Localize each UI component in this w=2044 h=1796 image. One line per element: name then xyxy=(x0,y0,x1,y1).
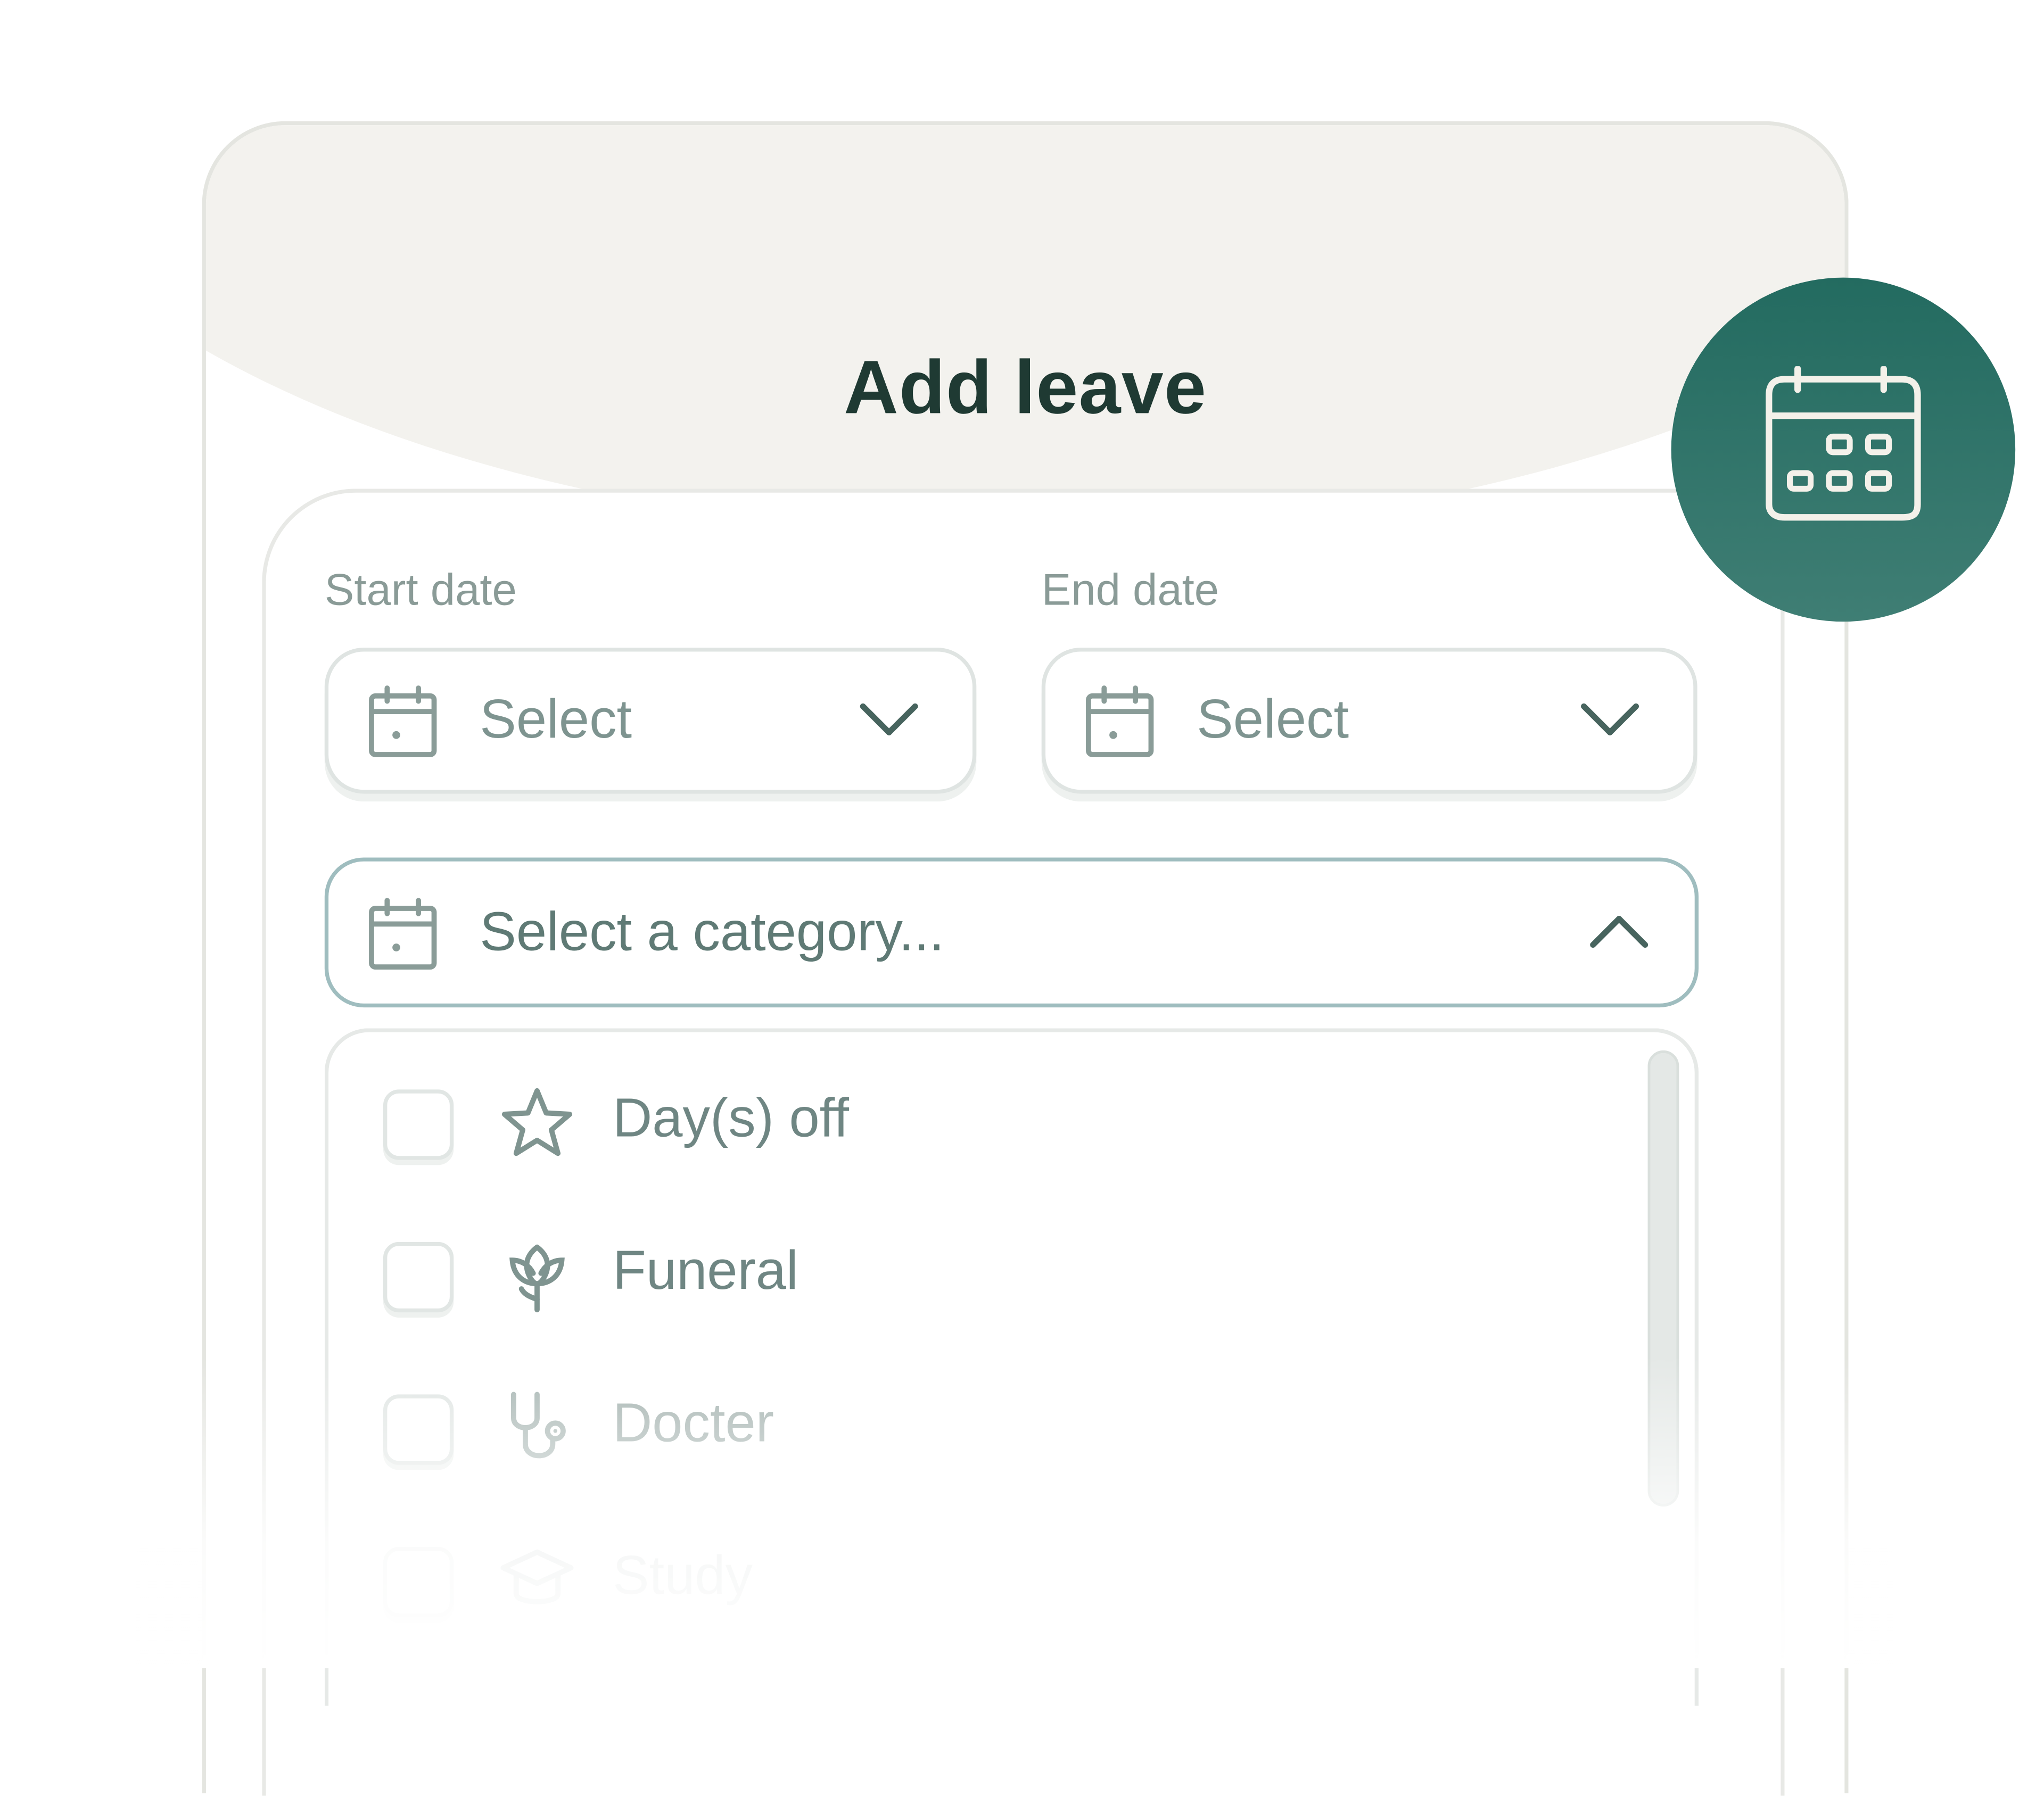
calendar-icon xyxy=(369,685,437,757)
category-dropdown-list: Day(s) off Funeral Docter Study xyxy=(324,1028,1699,1706)
end-date-label: End date xyxy=(1041,565,1219,615)
star-icon xyxy=(501,1088,573,1156)
category-select[interactable]: Select a category... xyxy=(324,857,1699,1008)
option-label: Docter xyxy=(613,1392,774,1453)
stethoscope-icon xyxy=(511,1392,566,1459)
checkbox[interactable] xyxy=(383,1394,454,1465)
option-label: Day(s) off xyxy=(613,1087,849,1148)
end-date-select[interactable]: Select xyxy=(1041,648,1697,794)
category-option-days-off[interactable]: Day(s) off xyxy=(328,1063,1606,1194)
calendar-icon xyxy=(1766,366,1921,521)
category-option-study[interactable]: Study xyxy=(328,1521,1606,1651)
category-placeholder: Select a category... xyxy=(480,900,945,962)
end-date-value: Select xyxy=(1197,688,1349,750)
start-date-value: Select xyxy=(480,688,632,750)
stage: Add leave Start date Select End date Sel… xyxy=(0,0,2044,1796)
dropdown-scrollbar[interactable] xyxy=(1647,1050,1679,1507)
dialog-title: Add leave xyxy=(844,345,1207,431)
chevron-up-icon xyxy=(1590,916,1649,948)
category-option-funeral[interactable]: Funeral xyxy=(328,1216,1606,1346)
checkbox[interactable] xyxy=(383,1546,454,1618)
chevron-down-icon xyxy=(860,703,918,735)
calendar-badge xyxy=(1671,277,2016,622)
graduation-cap-icon xyxy=(500,1549,574,1604)
calendar-icon xyxy=(1086,685,1154,757)
dialog-header-band xyxy=(205,125,1845,536)
tulip-icon xyxy=(509,1244,565,1313)
checkbox[interactable] xyxy=(383,1242,454,1313)
option-label: Funeral xyxy=(613,1239,798,1301)
chevron-down-icon xyxy=(1581,703,1639,735)
category-option-docter[interactable]: Docter xyxy=(328,1368,1606,1499)
start-date-select[interactable]: Select xyxy=(324,648,977,794)
start-date-label: Start date xyxy=(324,565,517,615)
option-label: Study xyxy=(613,1544,753,1606)
calendar-icon xyxy=(369,898,437,970)
checkbox[interactable] xyxy=(383,1089,454,1160)
